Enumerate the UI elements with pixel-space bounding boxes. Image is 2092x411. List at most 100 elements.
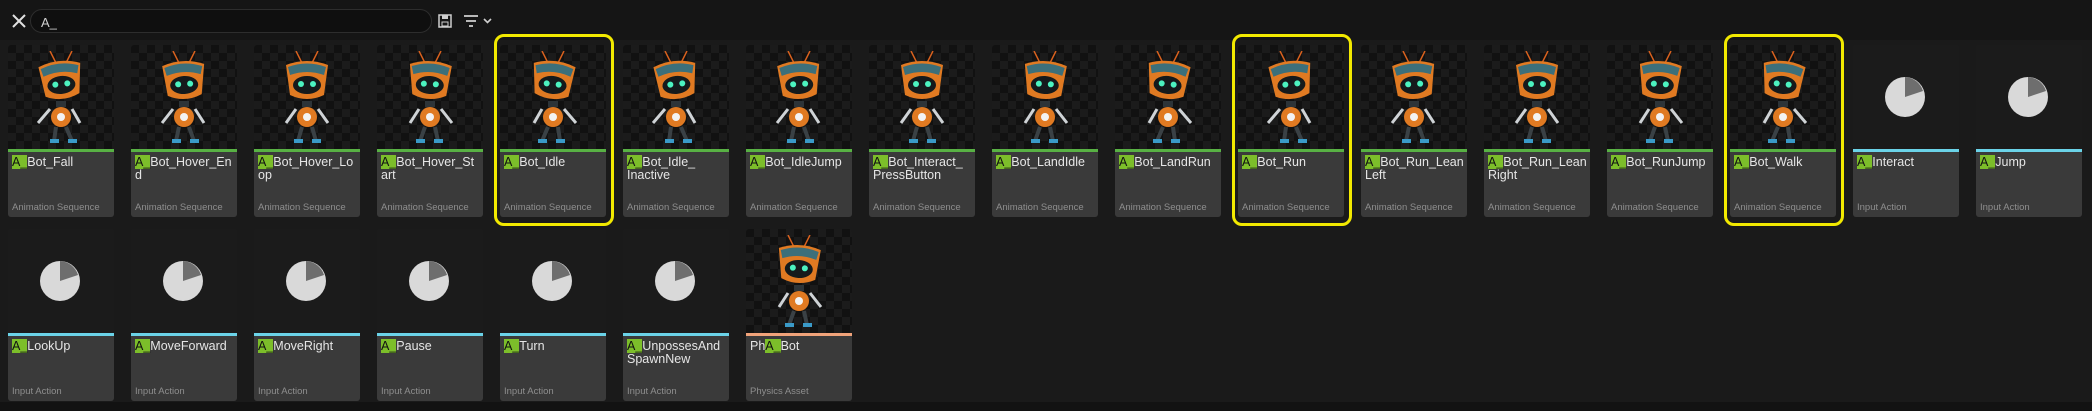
asset-thumbnail [1976,45,2082,149]
search-match-highlight: A_ [873,155,889,169]
asset-name: A_Bot_Walk [1734,155,1834,169]
asset-type-label: Animation Sequence [1119,202,1207,213]
asset-tile[interactable]: PhA_Bot Physics Asset [746,229,852,401]
asset-thumbnail [500,45,606,149]
asset-tile[interactable]: A_Bot_Hover_Loop Animation Sequence [254,45,360,217]
bot-preview-icon [777,235,823,327]
bot-preview-icon [1147,51,1193,143]
asset-tile[interactable]: A_Bot_LandRun Animation Sequence [1115,45,1221,217]
asset-thumbnail [1238,45,1344,149]
asset-name-rest: Bot_RunJump [1626,155,1706,169]
bot-preview-icon [284,51,330,143]
asset-name: A_Pause [381,339,481,353]
asset-tile[interactable]: A_Interact Input Action [1853,45,1959,217]
asset-tile[interactable]: A_Bot_Interact_ PressButton Animation Se… [869,45,975,217]
input-action-icon [286,261,326,301]
search-match-highlight: A_ [504,155,520,169]
filter-dropdown-button[interactable] [462,12,496,30]
asset-tile[interactable]: A_Pause Input Action [377,229,483,401]
asset-type-label: Animation Sequence [627,202,715,213]
asset-info: A_LookUp Input Action [8,336,114,401]
asset-name-rest: Bot_LandIdle [1011,155,1085,169]
asset-tile[interactable]: A_Bot_Idle_ Inactive Animation Sequence [623,45,729,217]
asset-type-label: Animation Sequence [504,202,592,213]
asset-name-rest: Bot_Run [1257,155,1306,169]
bot-preview-icon [532,51,578,143]
asset-type-label: Input Action [1980,202,2030,213]
asset-tile[interactable]: A_MoveForward Input Action [131,229,237,401]
asset-name: A_MoveForward [135,339,235,353]
search-match-highlight: A_ [381,155,397,169]
asset-thumbnail [254,229,360,333]
bot-preview-icon [775,51,821,143]
asset-type-label: Input Action [12,386,62,397]
search-match-highlight: A_ [627,155,643,169]
asset-type-label: Animation Sequence [12,202,100,213]
asset-name: A_Bot_LandRun [1119,155,1219,169]
asset-info: A_Interact Input Action [1853,152,1959,217]
asset-info: A_Bot_Run_Lean Right Animation Sequence [1484,152,1590,217]
search-input[interactable] [39,12,423,32]
asset-tile[interactable]: A_Jump Input Action [1976,45,2082,217]
asset-tile[interactable]: A_Bot_Run_Lean Left Animation Sequence [1361,45,1467,217]
asset-name: A_Bot_Hover_Loop [258,155,358,182]
search-match-highlight: A_ [504,339,520,353]
input-action-icon [1885,77,1925,117]
asset-name-rest: MoveRight [273,339,334,353]
asset-tile[interactable]: A_LookUp Input Action [8,229,114,401]
asset-tile[interactable]: A_Bot_RunJump Animation Sequence [1607,45,1713,217]
search-match-highlight: A_ [12,155,28,169]
asset-name-rest: Bot_Hover_Loop [258,155,354,182]
bot-preview-icon [899,51,945,143]
asset-name: A_UnpossesAnd SpawnNew [627,339,727,366]
bot-preview-icon [1514,51,1560,143]
search-match-highlight: A_ [258,155,274,169]
asset-type-label: Physics Asset [750,386,809,397]
asset-name: A_MoveRight [258,339,358,353]
search-match-highlight: A_ [1980,155,1996,169]
save-search-button[interactable] [436,12,454,30]
asset-thumbnail [623,45,729,149]
asset-thumbnail [377,229,483,333]
asset-tile[interactable]: A_Bot_Hover_Start Animation Sequence [377,45,483,217]
asset-type-label: Input Action [504,386,554,397]
asset-tile[interactable]: A_Bot_Run Animation Sequence [1238,45,1344,217]
asset-tile[interactable]: A_Bot_Walk Animation Sequence [1730,45,1836,217]
asset-name-rest: Jump [1995,155,2026,169]
asset-tile[interactable]: A_Bot_IdleJump Animation Sequence [746,45,852,217]
asset-name: A_Bot_Run [1242,155,1342,169]
asset-name-rest: Bot_Run_Lean Right [1488,155,1587,182]
asset-thumbnail [1853,45,1959,149]
asset-tile[interactable]: A_UnpossesAnd SpawnNew Input Action [623,229,729,401]
search-match-highlight: A_ [996,155,1012,169]
asset-tile[interactable]: A_Bot_Idle Animation Sequence [500,45,606,217]
search-match-highlight: A_ [1488,155,1504,169]
asset-tile[interactable]: A_Bot_Hover_End Animation Sequence [131,45,237,217]
asset-name-rest: Interact [1872,155,1914,169]
asset-info: A_Bot_Hover_Loop Animation Sequence [254,152,360,217]
asset-name: A_Bot_Interact_ PressButton [873,155,973,182]
chevron-down-icon [483,18,492,24]
asset-info: PhA_Bot Physics Asset [746,336,852,401]
asset-name: A_Bot_Run_Lean Right [1488,155,1588,182]
asset-thumbnail [746,45,852,149]
input-action-icon [40,261,80,301]
search-match-highlight: A_ [750,155,766,169]
content-browser-toolbar [0,0,2092,40]
asset-type-label: Input Action [381,386,431,397]
asset-tile[interactable]: A_Turn Input Action [500,229,606,401]
asset-tile[interactable]: A_Bot_Run_Lean Right Animation Sequence [1484,45,1590,217]
asset-type-label: Animation Sequence [1734,202,1822,213]
asset-info: A_Bot_Walk Animation Sequence [1730,152,1836,217]
asset-info: A_Jump Input Action [1976,152,2082,217]
asset-tile[interactable]: A_Bot_LandIdle Animation Sequence [992,45,1098,217]
asset-thumbnail [1115,45,1221,149]
asset-tile[interactable]: A_Bot_Fall Animation Sequence [8,45,114,217]
asset-info: A_MoveRight Input Action [254,336,360,401]
clear-search-button[interactable] [8,10,30,32]
search-match-highlight: A_ [381,339,397,353]
asset-name-rest: Bot_Fall [27,155,74,169]
asset-tile[interactable]: A_MoveRight Input Action [254,229,360,401]
asset-thumbnail [8,229,114,333]
asset-info: A_Turn Input Action [500,336,606,401]
